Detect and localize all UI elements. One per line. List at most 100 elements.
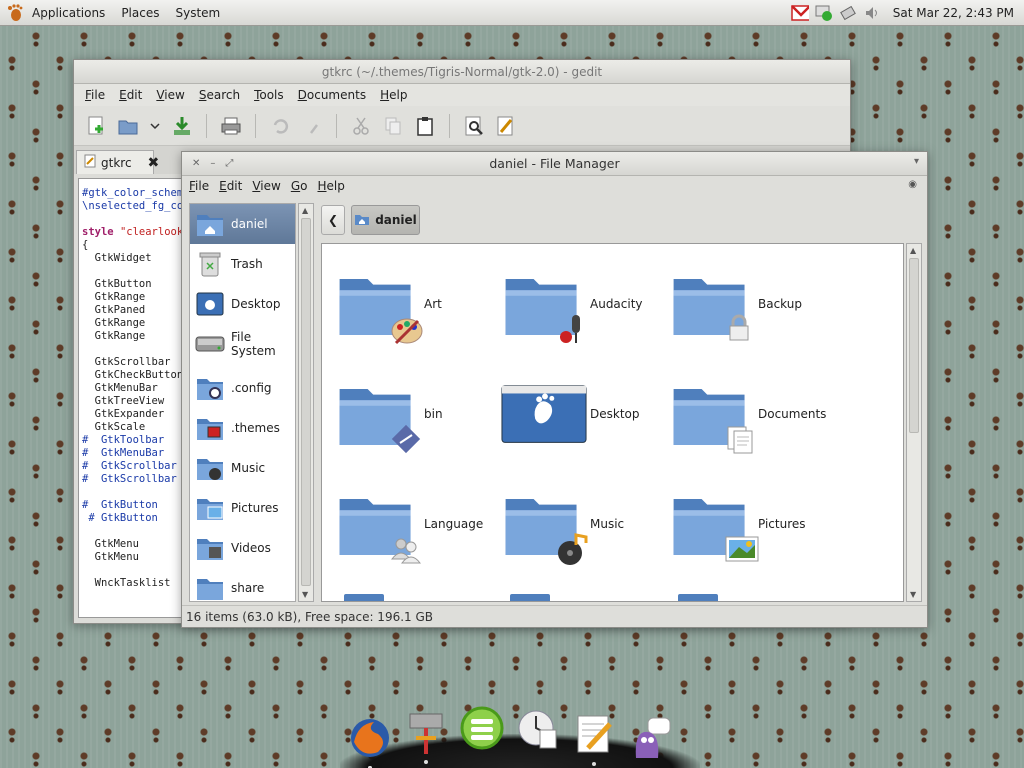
gedit-menu-search[interactable]: Search xyxy=(192,88,247,102)
breadcrumb-daniel[interactable]: daniel xyxy=(351,205,420,235)
gedit-menu-view[interactable]: View xyxy=(149,88,191,102)
fm-menu-view[interactable]: View xyxy=(247,179,285,193)
sidebar-item-themes[interactable]: .themes xyxy=(190,408,295,448)
undo-icon[interactable] xyxy=(266,112,294,140)
copy-icon[interactable] xyxy=(379,112,407,140)
file-item-label: Desktop xyxy=(590,407,640,421)
tab-gtkrc[interactable]: gtkrc ✖ xyxy=(76,150,159,174)
file-item[interactable]: Art xyxy=(334,254,494,354)
window-menu-icon[interactable]: ▾ xyxy=(914,156,919,167)
fm-menu-file[interactable]: File xyxy=(184,179,214,193)
back-button[interactable]: ❮ xyxy=(321,205,345,235)
code-line: GtkCheckButton xyxy=(82,369,184,381)
music-folder-icon xyxy=(195,453,225,483)
file-item[interactable]: Audacity xyxy=(500,254,660,354)
scroll-down-icon[interactable]: ▼ xyxy=(302,590,308,599)
firefox-icon[interactable] xyxy=(346,710,394,768)
code-line: GtkScale xyxy=(82,421,146,433)
open-icon[interactable] xyxy=(114,112,142,140)
toolbar-separator xyxy=(255,113,256,138)
top-panel: Applications Places System Sat Mar 22, 2… xyxy=(0,0,1024,26)
clock[interactable]: Sat Mar 22, 2:43 PM xyxy=(893,6,1014,20)
file-item[interactable]: Backup xyxy=(668,254,828,354)
redo-icon[interactable] xyxy=(298,112,326,140)
maximize-window-icon[interactable]: ⤢ xyxy=(225,158,233,169)
save-icon[interactable] xyxy=(168,112,196,140)
file-item[interactable]: Desktop xyxy=(500,364,660,464)
network-icon[interactable] xyxy=(839,4,857,22)
file-item[interactable]: Pictures xyxy=(668,474,828,574)
gedit-menu-help[interactable]: Help xyxy=(373,88,414,102)
pidgin-icon[interactable] xyxy=(626,710,674,766)
folder-icon[interactable] xyxy=(678,594,718,601)
text-editor[interactable]: #gtk_color_scheme \nselected_fg_col style … xyxy=(78,178,188,618)
view-scroll-thumb[interactable] xyxy=(909,258,919,433)
cut-icon[interactable] xyxy=(347,112,375,140)
print-icon[interactable] xyxy=(217,112,245,140)
fm-menu-go[interactable]: Go xyxy=(286,179,313,193)
file-item[interactable]: bin xyxy=(334,364,494,464)
replace-icon[interactable] xyxy=(492,112,520,140)
places-menu[interactable]: Places xyxy=(113,6,167,20)
gedit-menu-documents[interactable]: Documents xyxy=(291,88,373,102)
scroll-up-icon[interactable]: ▲ xyxy=(302,206,308,215)
clock-icon[interactable] xyxy=(514,702,562,758)
scroll-down-icon[interactable]: ▼ xyxy=(910,590,916,599)
gedit-titlebar[interactable]: gtkrc (~/.themes/Tigris-Normal/gtk-2.0) … xyxy=(74,60,850,84)
gnome-foot-icon[interactable] xyxy=(6,3,24,22)
text-editor-icon[interactable] xyxy=(570,706,618,766)
chevron-left-icon: ❮ xyxy=(327,213,339,227)
file-item[interactable]: Music xyxy=(500,474,660,574)
system-tray: Sat Mar 22, 2:43 PM xyxy=(790,0,1024,26)
sidebar-item-music[interactable]: Music xyxy=(190,448,295,488)
sidebar-item-pictures[interactable]: Pictures xyxy=(190,488,295,528)
code-line: # GtkButton xyxy=(82,512,158,524)
scroll-up-icon[interactable]: ▲ xyxy=(910,246,916,255)
file-item-label: Music xyxy=(590,517,625,531)
fm-menu-help[interactable]: Help xyxy=(312,179,349,193)
network-status-icon[interactable] xyxy=(815,4,833,22)
file-item[interactable]: Documents xyxy=(668,364,828,464)
minimize-window-icon[interactable]: – xyxy=(210,158,215,169)
code-line: # GtkButton xyxy=(82,499,158,511)
places-sidebar: daniel Trash Desktop File System .config .the… xyxy=(189,203,296,602)
sidebar-item-file-system[interactable]: File System xyxy=(190,324,295,364)
applications-menu[interactable]: Applications xyxy=(24,6,113,20)
sidebar-item-trash[interactable]: Trash xyxy=(190,244,295,284)
system-tools-icon[interactable] xyxy=(402,704,450,764)
gedit-menu-file[interactable]: File xyxy=(78,88,112,102)
open-dropdown-icon[interactable] xyxy=(146,112,164,140)
sidebar-item-label: Music xyxy=(231,461,266,475)
close-window-icon[interactable]: ✕ xyxy=(192,158,200,169)
sidebar-scroll-thumb[interactable] xyxy=(301,218,311,586)
sidebar-item-videos[interactable]: Videos xyxy=(190,528,295,568)
folder-icon xyxy=(334,259,424,349)
paste-icon[interactable] xyxy=(411,112,439,140)
toolbar-separator xyxy=(336,113,337,138)
file-item[interactable]: Language xyxy=(334,474,494,574)
find-icon[interactable] xyxy=(460,112,488,140)
fm-menu-edit[interactable]: Edit xyxy=(214,179,247,193)
volume-icon[interactable] xyxy=(863,4,881,22)
sidebar-scrollbar[interactable]: ▲ ▼ xyxy=(298,203,314,602)
sidebar-item-share[interactable]: share xyxy=(190,568,295,601)
gmail-icon[interactable] xyxy=(790,4,809,22)
documents-emblem-icon xyxy=(724,423,760,462)
gedit-menubar: File Edit View Search Tools Documents He… xyxy=(74,84,850,106)
gedit-menu-tools[interactable]: Tools xyxy=(247,88,291,102)
folder-icon[interactable] xyxy=(510,594,550,601)
folder-icon[interactable] xyxy=(344,594,384,601)
gedit-menu-edit[interactable]: Edit xyxy=(112,88,149,102)
close-tab-icon[interactable]: ✖ xyxy=(148,155,160,171)
fm-titlebar[interactable]: ✕ – ⤢ daniel - File Manager ▾ xyxy=(182,152,927,176)
system-menu[interactable]: System xyxy=(167,6,228,20)
evolution-icon[interactable] xyxy=(458,700,506,756)
code-line: GtkWidget xyxy=(82,252,152,264)
sidebar-item-desktop[interactable]: Desktop xyxy=(190,284,295,324)
file-item-label: Documents xyxy=(758,407,827,421)
view-scrollbar[interactable]: ▲ ▼ xyxy=(906,243,922,602)
sidebar-item-daniel[interactable]: daniel xyxy=(190,204,295,244)
sidebar-item-config[interactable]: .config xyxy=(190,368,295,408)
new-document-icon[interactable] xyxy=(82,112,110,140)
